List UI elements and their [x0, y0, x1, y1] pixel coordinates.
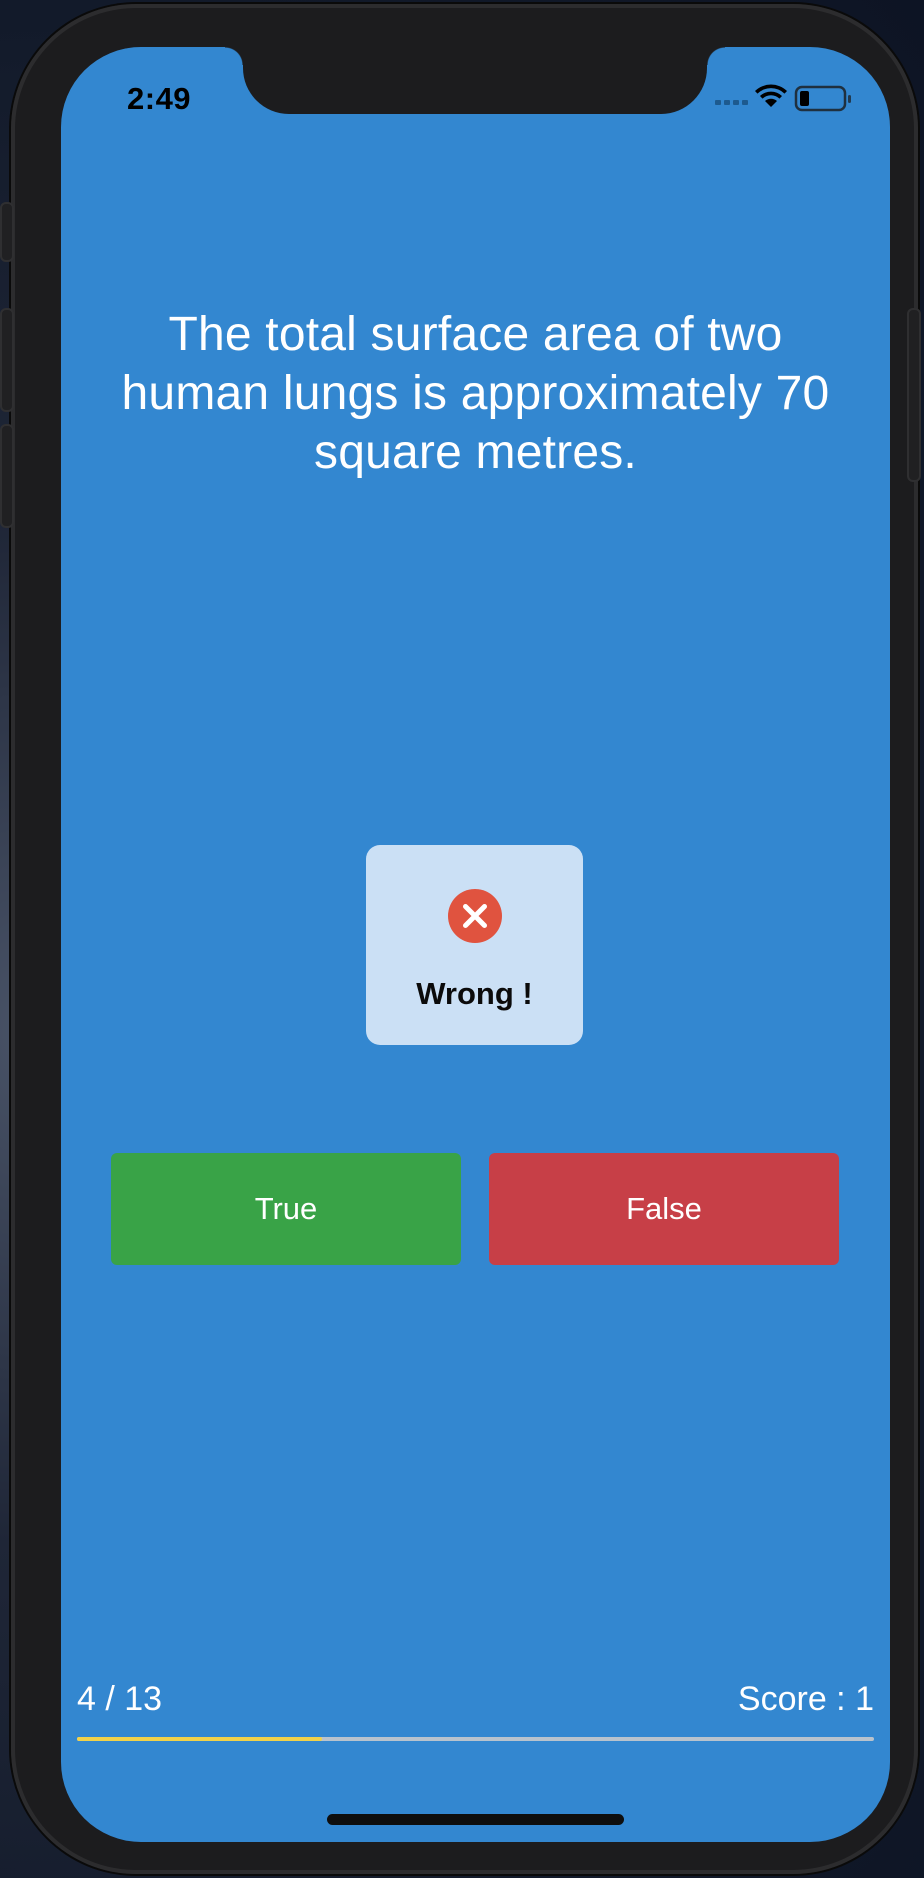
status-time: 2:49 — [127, 81, 192, 116]
battery-icon — [794, 85, 851, 112]
true-button[interactable]: True — [111, 1153, 461, 1265]
phone-frame: 2:49 The total surface area of two human… — [0, 4, 921, 1874]
feedback-label: Wrong ! — [416, 976, 533, 1011]
status-icons — [713, 84, 863, 114]
score-label: Score : 1 — [737, 1680, 874, 1718]
power-button — [907, 308, 921, 482]
progress-bar-fill — [77, 1737, 323, 1741]
feedback-hud: Wrong ! — [366, 845, 583, 1045]
progress-bar — [77, 1737, 874, 1741]
false-button[interactable]: False — [489, 1153, 839, 1265]
device-notch — [225, 47, 725, 114]
wrong-x-icon — [448, 889, 502, 943]
question-text: The total surface area of two human lung… — [121, 308, 830, 479]
cellular-signal-icon — [715, 100, 748, 105]
home-indicator[interactable] — [327, 1814, 624, 1825]
volume-up-button — [0, 308, 14, 412]
app-screen: 2:49 The total surface area of two human… — [61, 47, 890, 1842]
wifi-icon — [755, 84, 787, 107]
volume-down-button — [0, 424, 14, 528]
mute-switch — [0, 202, 14, 262]
question-counter: 4 / 13 — [77, 1680, 163, 1718]
